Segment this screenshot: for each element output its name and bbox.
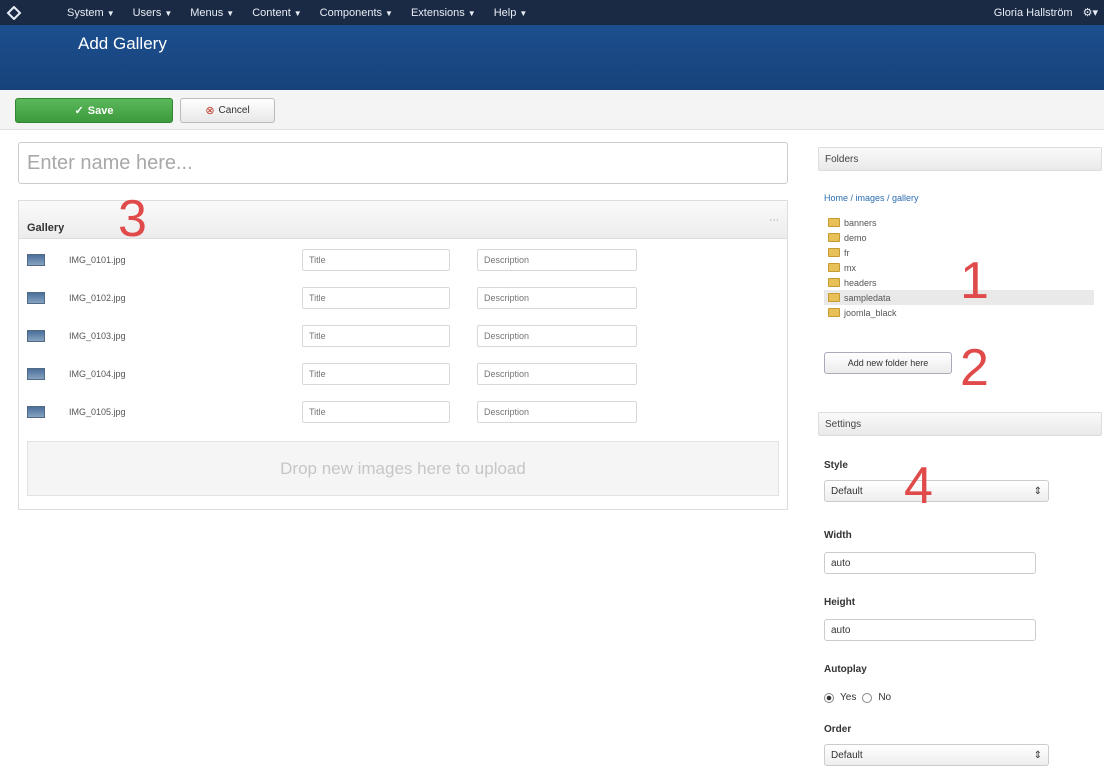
gallery-name-input[interactable] bbox=[18, 142, 788, 184]
folder-icon bbox=[828, 233, 840, 242]
folder-breadcrumb[interactable]: Home / images / gallery bbox=[824, 193, 919, 203]
folder-item[interactable]: banners bbox=[824, 215, 1094, 230]
image-filename: IMG_0104.jpg bbox=[69, 369, 126, 379]
autoplay-no-radio[interactable] bbox=[862, 692, 873, 703]
folders-heading: Folders bbox=[818, 147, 1102, 171]
image-description-input[interactable] bbox=[477, 325, 637, 347]
main-menu: System ▼ Users ▼ Menus ▼ Content ▼ Component… bbox=[58, 7, 536, 19]
gallery-row: IMG_0101.jpg bbox=[27, 249, 777, 271]
annotation-3: 3 bbox=[118, 190, 147, 248]
order-label: Order bbox=[824, 724, 852, 735]
select-arrows-icon: ⇕ bbox=[1033, 749, 1042, 761]
image-title-input[interactable] bbox=[302, 401, 450, 423]
gallery-row: IMG_0102.jpg bbox=[27, 287, 777, 309]
image-thumbnail[interactable] bbox=[27, 330, 45, 342]
autoplay-yes-radio[interactable] bbox=[824, 692, 834, 703]
style-label: Style bbox=[824, 460, 848, 471]
image-title-input[interactable] bbox=[302, 325, 450, 347]
settings-panel: Settings Style Default ⇕ Width Height Au… bbox=[818, 412, 1102, 782]
upload-dropzone[interactable]: Drop new images here to upload bbox=[27, 441, 779, 496]
image-title-input[interactable] bbox=[302, 249, 450, 271]
joomla-logo-icon[interactable] bbox=[0, 0, 28, 25]
image-description-input[interactable] bbox=[477, 401, 637, 423]
menu-extensions[interactable]: Extensions ▼ bbox=[402, 7, 485, 19]
image-description-input[interactable] bbox=[477, 363, 637, 385]
annotation-4: 4 bbox=[904, 457, 933, 515]
gallery-row: IMG_0103.jpg bbox=[27, 325, 777, 347]
image-thumbnail[interactable] bbox=[27, 292, 45, 304]
save-button[interactable]: ✓ Save bbox=[15, 98, 173, 123]
folder-item-selected[interactable]: sampledata bbox=[824, 290, 1094, 305]
gear-icon[interactable]: ⚙▾ bbox=[1083, 6, 1098, 19]
folder-item[interactable]: fr bbox=[824, 245, 1094, 260]
image-description-input[interactable] bbox=[477, 287, 637, 309]
image-filename: IMG_0103.jpg bbox=[69, 331, 126, 341]
folder-item[interactable]: mx bbox=[824, 260, 1094, 275]
folder-item[interactable]: joomla_black bbox=[824, 305, 1094, 320]
folder-icon bbox=[828, 263, 840, 272]
image-thumbnail[interactable] bbox=[27, 254, 45, 266]
add-folder-button[interactable]: Add new folder here bbox=[824, 352, 952, 374]
page-title: Add Gallery bbox=[78, 34, 167, 53]
collapse-toggle-icon[interactable]: ⋯ bbox=[769, 215, 779, 226]
folder-icon bbox=[828, 308, 840, 317]
image-thumbnail[interactable] bbox=[27, 368, 45, 380]
style-select[interactable]: Default ⇕ bbox=[824, 480, 1049, 502]
gallery-row: IMG_0104.jpg bbox=[27, 363, 777, 385]
height-label: Height bbox=[824, 597, 856, 608]
image-filename: IMG_0101.jpg bbox=[69, 255, 126, 265]
image-description-input[interactable] bbox=[477, 249, 637, 271]
menu-components[interactable]: Components ▼ bbox=[311, 7, 402, 19]
annotation-2: 2 bbox=[960, 339, 989, 397]
gallery-row: IMG_0105.jpg bbox=[27, 401, 777, 423]
order-select[interactable]: Default ⇕ bbox=[824, 744, 1049, 766]
image-title-input[interactable] bbox=[302, 287, 450, 309]
select-arrows-icon: ⇕ bbox=[1033, 485, 1042, 497]
title-bar: Add Gallery bbox=[0, 25, 1104, 90]
cancel-icon: ⊗ bbox=[205, 105, 215, 117]
user-link[interactable]: Gloria Hallström bbox=[994, 7, 1073, 19]
folder-icon bbox=[828, 218, 840, 227]
top-navigation: System ▼ Users ▼ Menus ▼ Content ▼ Component… bbox=[0, 0, 1104, 25]
folder-icon bbox=[828, 293, 840, 302]
folder-icon bbox=[828, 248, 840, 257]
image-filename: IMG_0105.jpg bbox=[69, 407, 126, 417]
cancel-button[interactable]: ⊗ Cancel bbox=[180, 98, 275, 123]
menu-content[interactable]: Content ▼ bbox=[243, 7, 310, 19]
folder-item[interactable]: demo bbox=[824, 230, 1094, 245]
autoplay-radio-group: Yes No bbox=[824, 692, 891, 703]
toolbar: ✓ Save ⊗ Cancel bbox=[0, 90, 1104, 130]
menu-users[interactable]: Users ▼ bbox=[124, 7, 182, 19]
folder-icon bbox=[828, 278, 840, 287]
image-filename: IMG_0102.jpg bbox=[69, 293, 126, 303]
menu-system[interactable]: System ▼ bbox=[58, 7, 124, 19]
image-title-input[interactable] bbox=[302, 363, 450, 385]
annotation-1: 1 bbox=[960, 252, 989, 310]
autoplay-label: Autoplay bbox=[824, 664, 867, 675]
folder-tree: banners demo fr mx headers sampledata jo… bbox=[824, 215, 1094, 320]
menu-help[interactable]: Help ▼ bbox=[485, 7, 537, 19]
width-input[interactable] bbox=[824, 552, 1036, 574]
settings-heading: Settings bbox=[818, 412, 1102, 436]
folder-item[interactable]: headers bbox=[824, 275, 1094, 290]
gallery-heading: Gallery bbox=[27, 222, 65, 234]
menu-menus[interactable]: Menus ▼ bbox=[181, 7, 243, 19]
height-input[interactable] bbox=[824, 619, 1036, 641]
image-thumbnail[interactable] bbox=[27, 406, 45, 418]
width-label: Width bbox=[824, 530, 852, 541]
save-icon: ✓ bbox=[74, 105, 84, 117]
